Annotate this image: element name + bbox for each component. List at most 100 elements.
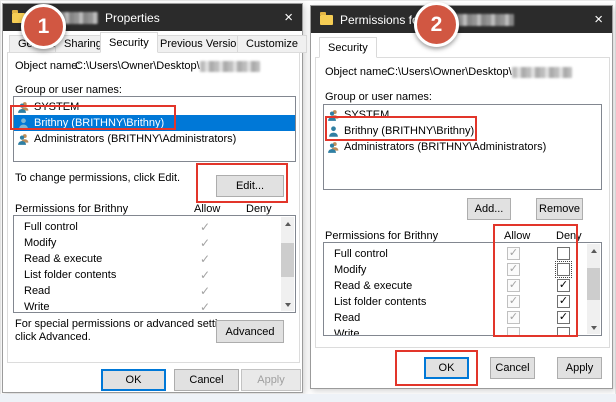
perm-row-read-execute: Read & execute ✓ <box>14 251 295 267</box>
permissions-title: Permissions for Brithny <box>15 203 128 215</box>
perm-label: Modify <box>24 237 56 249</box>
perm-label: Read <box>334 312 360 324</box>
group-icon <box>327 141 340 154</box>
cancel-button[interactable]: Cancel <box>490 357 535 379</box>
tab-security-label: Security <box>109 37 149 49</box>
advanced-button-label: Advanced <box>226 326 275 338</box>
tab-security[interactable]: Security <box>100 32 158 53</box>
group-user-names-label: Group or user names: <box>325 91 432 103</box>
allow-header: Allow <box>194 203 220 215</box>
annotation-box-ok-button <box>395 350 478 386</box>
scroll-thumb[interactable] <box>587 268 600 300</box>
allow-checkmark: ✓ <box>200 252 210 266</box>
perm-row-read: Read ✓ <box>14 283 295 299</box>
user-name: Administrators (BRITHNY\Administrators) <box>344 141 546 153</box>
perm-row-write: Write ✓ <box>14 299 295 313</box>
close-icon[interactable]: × <box>594 12 603 27</box>
annotation-box-edit-button <box>196 163 288 203</box>
scroll-thumb[interactable] <box>281 243 294 277</box>
tab-security-label: Security <box>328 42 368 54</box>
advanced-button[interactable]: Advanced <box>216 320 284 343</box>
scrollbar[interactable] <box>587 244 600 334</box>
apply-button[interactable]: Apply <box>557 357 602 379</box>
object-path: C:\Users\Owner\Desktop\ <box>75 60 260 72</box>
add-button-label: Add... <box>475 203 504 215</box>
list-item-administrators[interactable]: Administrators (BRITHNY\Administrators) <box>14 131 295 147</box>
advanced-hint: For special permissions or advanced sett… <box>15 318 238 344</box>
cancel-button-label: Cancel <box>495 362 529 374</box>
permissions-titlebar[interactable]: Permissions for × <box>311 6 612 33</box>
screenshot-canvas: Properties × General Sharing Security Pr… <box>0 0 616 402</box>
allow-checkmark: ✓ <box>200 284 210 298</box>
perm-label: Read & execute <box>24 253 102 265</box>
properties-title: Properties <box>105 11 160 25</box>
permissions-title-text: Permissions for <box>340 13 423 27</box>
scroll-down-icon[interactable] <box>587 321 600 334</box>
perm-label: Full control <box>334 248 388 260</box>
list-item-administrators[interactable]: Administrators (BRITHNY\Administrators) <box>324 139 601 155</box>
perm-row-modify: Modify ✓ <box>14 235 295 251</box>
perm-row-full-control: Full control ✓ <box>14 219 295 235</box>
perm-label: List folder contents <box>334 296 426 308</box>
close-icon[interactable]: × <box>284 10 293 25</box>
annotation-box-selected-user <box>10 105 176 130</box>
properties-dialog: Properties × General Sharing Security Pr… <box>2 3 303 393</box>
redacted-path <box>200 61 260 72</box>
object-path-prefix: C:\Users\Owner\Desktop\ <box>75 60 200 72</box>
cancel-button[interactable]: Cancel <box>174 369 239 391</box>
cancel-button-label: Cancel <box>189 374 223 386</box>
apply-button[interactable]: Apply <box>241 369 301 391</box>
tab-customize[interactable]: Customize <box>237 35 307 53</box>
advanced-hint-line1: For special permissions or advanced sett… <box>15 318 238 331</box>
perm-label: List folder contents <box>24 269 116 281</box>
tab-sharing-label: Sharing <box>64 38 102 50</box>
scroll-up-icon[interactable] <box>587 244 600 257</box>
user-name: Administrators (BRITHNY\Administrators) <box>34 133 236 145</box>
group-icon <box>17 133 30 146</box>
apply-button-label: Apply <box>566 362 594 374</box>
object-path: C:\Users\Owner\Desktop\ <box>387 66 572 78</box>
remove-button[interactable]: Remove <box>536 198 583 220</box>
advanced-hint-line2: click Advanced. <box>15 331 238 344</box>
object-name-label: Object name: <box>15 60 80 72</box>
permissions-list[interactable]: Full control ✓ Modify ✓ Read & execute ✓ Li… <box>13 215 296 313</box>
remove-button-label: Remove <box>539 203 580 215</box>
allow-checkmark: ✓ <box>200 268 210 282</box>
allow-checkmark: ✓ <box>200 236 210 250</box>
step-badge-1: 1 <box>21 4 66 49</box>
perm-row-list-folder: List folder contents ✓ <box>14 267 295 283</box>
object-name-label: Object name: <box>325 66 390 78</box>
allow-checkmark: ✓ <box>200 300 210 313</box>
allow-checkmark: ✓ <box>200 220 210 234</box>
scrollbar[interactable] <box>281 217 294 311</box>
edit-hint: To change permissions, click Edit. <box>15 172 180 184</box>
ok-button[interactable]: OK <box>101 369 166 391</box>
permissions-dialog: Permissions for × Security Object name: … <box>310 5 613 389</box>
scroll-down-icon[interactable] <box>281 298 294 311</box>
tab-security[interactable]: Security <box>319 37 377 58</box>
scroll-up-icon[interactable] <box>281 217 294 230</box>
perm-label: Write <box>24 301 49 313</box>
perm-label: Read <box>24 285 50 297</box>
annotation-box-brithny-user <box>325 116 477 141</box>
step-number: 2 <box>431 13 443 37</box>
add-button[interactable]: Add... <box>467 198 511 220</box>
object-path-prefix: C:\Users\Owner\Desktop\ <box>387 66 512 78</box>
group-user-names-label: Group or user names: <box>15 84 122 96</box>
tab-previous-versions-label: Previous Versions <box>160 38 248 50</box>
step-number: 1 <box>38 15 50 39</box>
perm-label: Read & execute <box>334 280 412 292</box>
perm-label: Modify <box>334 264 366 276</box>
annotation-box-allow-deny <box>493 224 578 337</box>
redacted-path <box>512 67 572 78</box>
apply-button-label: Apply <box>257 374 285 386</box>
folder-icon <box>320 15 333 25</box>
page-background-strip <box>0 394 616 402</box>
perm-label: Write <box>334 328 359 336</box>
perm-label: Full control <box>24 221 78 233</box>
ok-button-label: OK <box>126 374 142 386</box>
step-badge-2: 2 <box>414 2 459 47</box>
permissions-title: Permissions for Brithny <box>325 230 438 242</box>
deny-header: Deny <box>246 203 272 215</box>
tab-customize-label: Customize <box>246 38 298 50</box>
